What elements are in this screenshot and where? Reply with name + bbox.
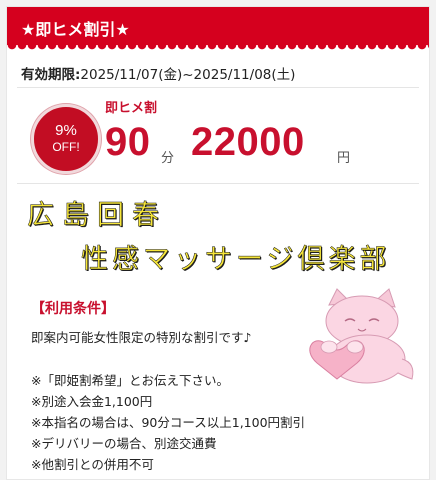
discount-percent: 9% — [55, 122, 77, 139]
discount-off-label: OFF! — [52, 140, 80, 154]
shop-name-line1: 広島回春 — [27, 200, 167, 232]
condition-line: ※本指名の場合は、90分コース以上1,100円割引 — [31, 415, 306, 430]
deal-price: 22000 — [191, 120, 305, 164]
validity-range: 2025/11/07(金)~2025/11/08(土) — [80, 67, 296, 83]
coupon-title: ★即ヒメ割引★ — [21, 20, 130, 39]
coupon-header: ★即ヒメ割引★ — [7, 7, 429, 45]
coupon-card: ★即ヒメ割引★ 有効期限:2025/11/07(金)~2025/11/08(土)… — [6, 6, 430, 480]
divider — [17, 183, 419, 184]
condition-line: ※他割引との併用不可 — [31, 457, 154, 472]
condition-line: ※別途入会金1,100円 — [31, 394, 153, 409]
validity-period: 有効期限:2025/11/07(金)~2025/11/08(土) — [21, 63, 295, 83]
shop-name-line2: 性感マッサージ倶楽部 — [81, 244, 391, 276]
condition-line: ※「即姫割希望」とお伝え下さい。 — [31, 373, 229, 388]
condition-line: 即案内可能女性限定の特別な割引です♪ — [31, 330, 252, 345]
deal-minutes: 90 — [105, 120, 151, 164]
conditions-title: 【利用条件】 — [31, 301, 115, 317]
deal-minutes-unit: 分 — [161, 151, 175, 166]
deal-price-unit: 円 — [337, 151, 351, 166]
header-serrated-edge — [7, 45, 429, 54]
discount-badge: 9% OFF! — [31, 104, 101, 174]
divider — [17, 87, 419, 88]
condition-line: ※デリバリーの場合、別途交通費 — [31, 436, 217, 451]
deal-name: 即ヒメ割 — [105, 101, 158, 116]
cat-heart-icon — [309, 288, 414, 384]
validity-label: 有効期限: — [21, 67, 81, 83]
